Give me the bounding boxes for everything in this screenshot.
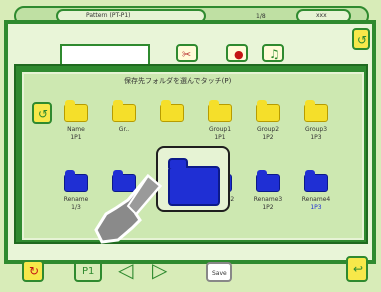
- blue-folder-icon: [256, 170, 280, 192]
- scissors-button[interactable]: ✂: [176, 44, 198, 62]
- folder-sublabel: 1P3: [310, 204, 322, 211]
- selected-blue-folder-icon: [168, 166, 220, 206]
- return-bottom-button[interactable]: ↩: [346, 256, 368, 282]
- pattern-name-text: Pattern (PT-P1): [86, 12, 131, 19]
- panel-return-button[interactable]: ↺: [32, 102, 52, 124]
- return-button[interactable]: ↺: [352, 28, 370, 50]
- return-arrow-icon: ↺: [357, 33, 368, 47]
- folder-panel: 保存先フォルダを選んでタッチ(P) ↺ Name 1P1 Gr.. Group1…: [14, 64, 368, 244]
- folder-sublabel: 1P2: [262, 134, 274, 141]
- next-button[interactable]: ▷: [150, 258, 172, 282]
- folder-label: Group2: [256, 126, 280, 133]
- blue-folder-icon: [64, 170, 88, 192]
- prev-label: ◁: [118, 258, 134, 282]
- p1-label: P1: [82, 266, 95, 277]
- folder-label: Name: [67, 126, 85, 133]
- folder-sublabel: 1P2: [262, 204, 274, 211]
- save-label: Save: [212, 270, 227, 277]
- yellow-folder-icon: [112, 100, 136, 122]
- page-counter-text: 1/8: [256, 13, 266, 20]
- yellow-folder-icon: [256, 100, 280, 122]
- folder-sublabel: 1P1: [70, 134, 82, 141]
- red-pin-icon: ●: [234, 48, 244, 61]
- next-label: ▷: [152, 258, 168, 282]
- blue-folder-icon: [304, 170, 328, 192]
- yellow-folder-icon: [208, 100, 232, 122]
- music-note-icon: ♫: [269, 47, 280, 61]
- folder-label: Rename3: [253, 196, 283, 203]
- folder-label: Rename4: [301, 196, 331, 203]
- folder-tab: [168, 158, 188, 168]
- pin-button[interactable]: ●: [226, 44, 248, 62]
- bottom-bar: ↻ P1 ◁ ▷ Save ↩: [4, 256, 376, 288]
- home-button[interactable]: ↻: [22, 260, 44, 282]
- folder-sublabel: 1P3: [310, 134, 322, 141]
- folder-panel-inner: 保存先フォルダを選んでタッチ(P) ↺ Name 1P1 Gr.. Group1…: [22, 72, 364, 240]
- name-input[interactable]: [60, 44, 150, 66]
- scissors-icon: ✂: [182, 48, 192, 61]
- yellow-folder-icon: [304, 100, 328, 122]
- music-button[interactable]: ♫: [262, 44, 284, 62]
- folder-label: Group1: [208, 126, 232, 133]
- panel-title: 保存先フォルダを選んでタッチ(P): [124, 77, 232, 85]
- folder-sublabel: 1P1: [214, 134, 226, 141]
- folder-label: Gr..: [118, 126, 130, 133]
- right-pill-text: xxx: [316, 12, 327, 19]
- prev-button[interactable]: ◁: [116, 258, 138, 282]
- folder-label: Group3: [304, 126, 328, 133]
- pointing-hand-icon: [94, 173, 163, 244]
- yellow-folder-icon: [160, 100, 184, 122]
- return-arrow-icon: ↩: [353, 262, 364, 276]
- p1-button[interactable]: P1: [74, 260, 102, 282]
- return-arrow-icon: ↺: [38, 107, 49, 121]
- home-icon: ↻: [29, 264, 40, 278]
- save-button[interactable]: Save: [206, 262, 232, 282]
- yellow-folder-icon: [64, 100, 88, 122]
